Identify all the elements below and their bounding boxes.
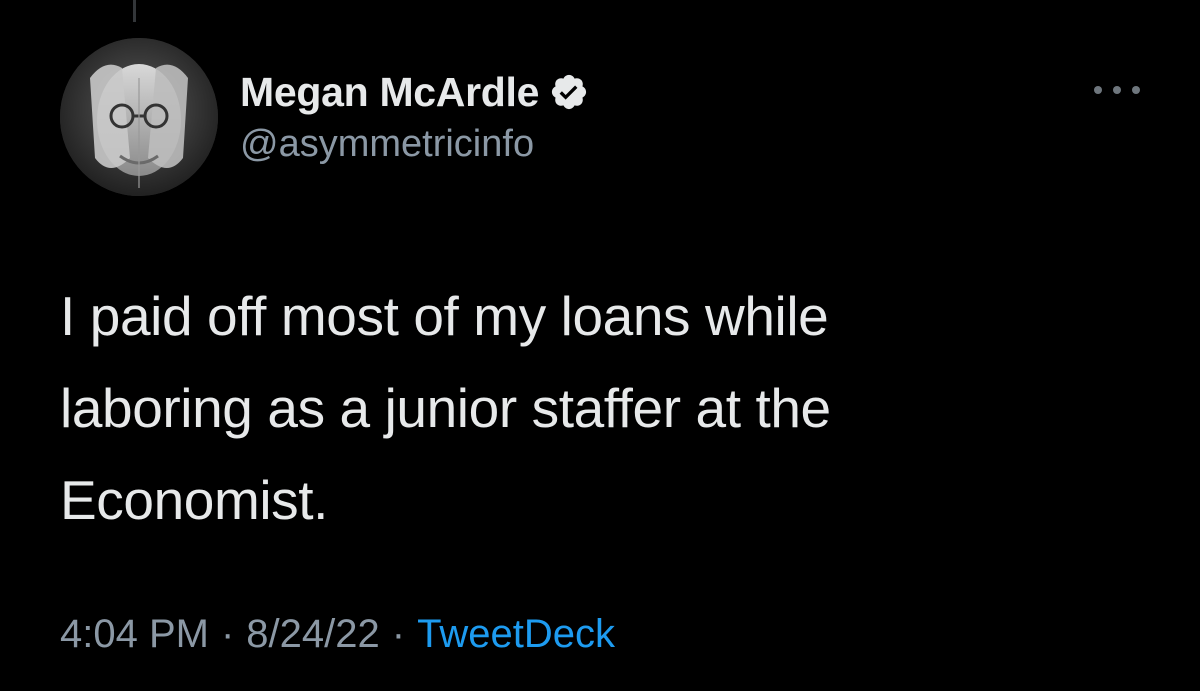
verified-badge-icon — [552, 74, 587, 110]
author-display-name[interactable]: Megan McArdle — [240, 69, 539, 116]
tweet-header: Megan McArdle @asymmetricinfo — [60, 38, 1140, 198]
author-info: Megan McArdle @asymmetricinfo — [240, 67, 589, 166]
tweet-metadata: 4:04 PM · 8/24/22 · TweetDeck — [60, 612, 615, 657]
author-handle[interactable]: @asymmetricinfo — [240, 123, 589, 166]
tweet-text-line: Economist. — [60, 469, 329, 531]
meta-separator: · — [391, 612, 406, 656]
tweet-time[interactable]: 4:04 PM — [60, 612, 209, 656]
name-row: Megan McArdle — [240, 67, 589, 117]
more-dot — [1132, 86, 1140, 94]
tweet-source-link[interactable]: TweetDeck — [417, 612, 615, 656]
avatar-photo — [60, 38, 218, 196]
meta-separator: · — [220, 612, 235, 656]
avatar[interactable] — [60, 38, 218, 196]
more-horizontal-icon[interactable] — [1094, 80, 1140, 100]
tweet-date[interactable]: 8/24/22 — [246, 612, 379, 656]
more-dot — [1113, 86, 1121, 94]
tweet-text-line: laboring as a junior staffer at the — [60, 377, 831, 439]
tweet-text-line: I paid off most of my loans while — [60, 285, 829, 347]
tweet-body: I paid off most of my loans while labori… — [60, 270, 1060, 546]
thread-connector-line — [133, 0, 136, 22]
more-dot — [1094, 86, 1102, 94]
